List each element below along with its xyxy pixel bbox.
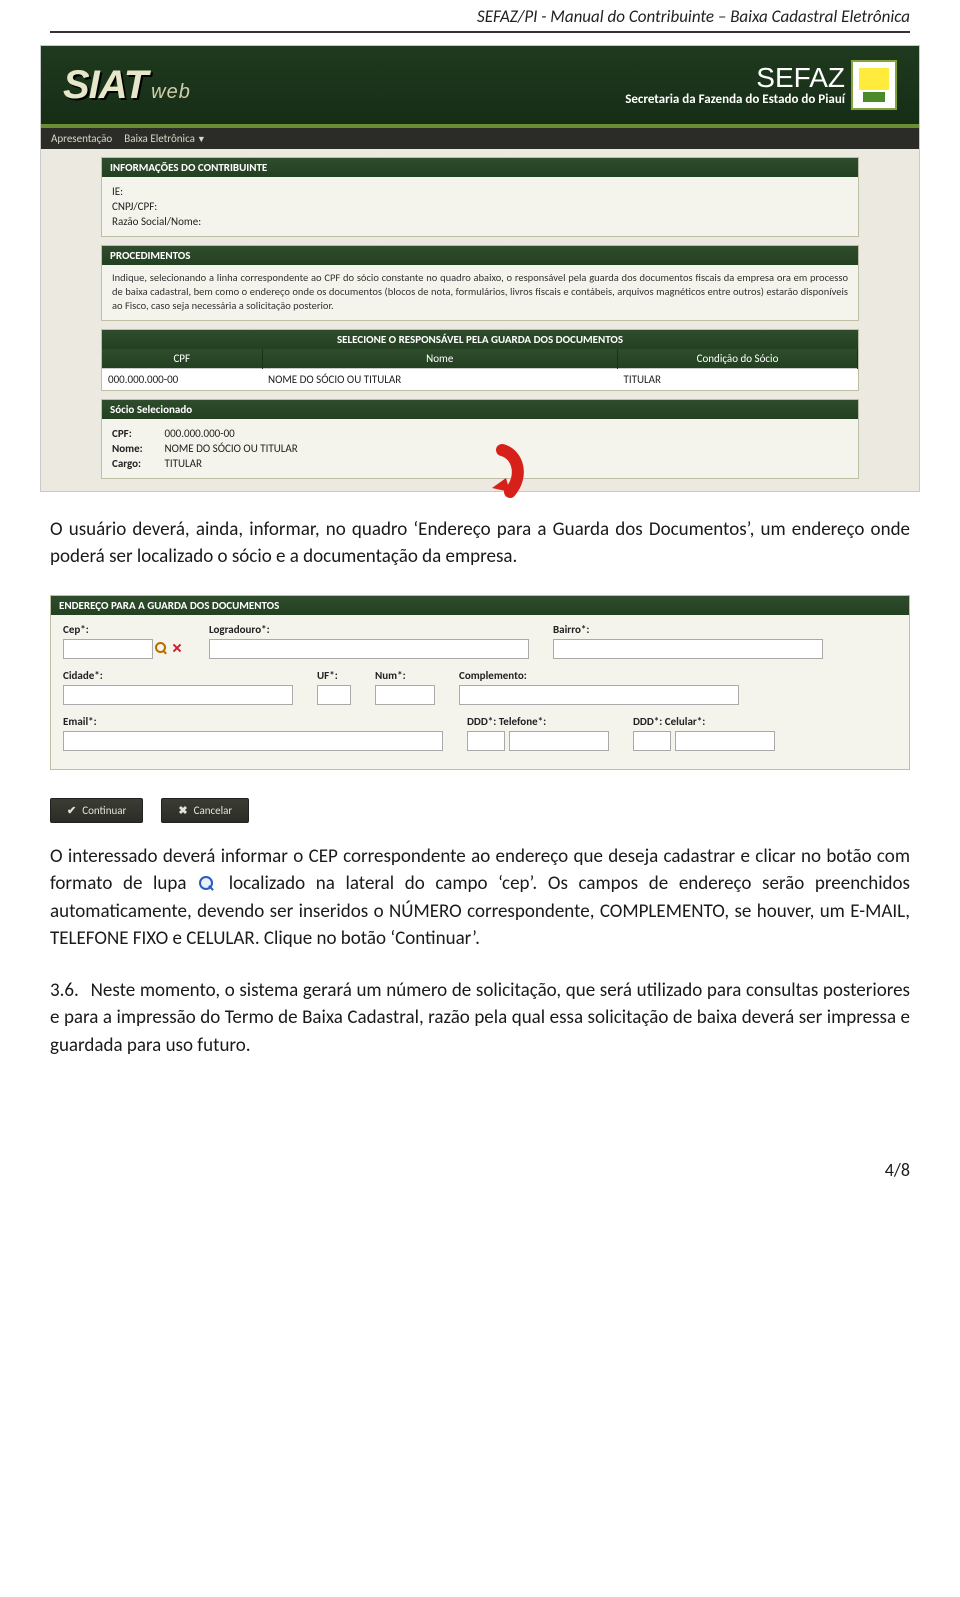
panel-procedimentos: PROCEDIMENTOS Indique, selecionando a li… [101,245,859,321]
ddd-tel-input[interactable] [467,731,505,751]
search-icon[interactable] [155,642,169,656]
num-input[interactable] [375,685,435,705]
continuar-button[interactable]: ✔ Continuar [50,798,143,823]
chevron-down-icon: ▼ [197,134,206,145]
field-celular: DDD*: Celular*: [633,715,775,751]
telefone-input[interactable] [509,731,609,751]
form-endereco: ENDEREÇO PARA A GUARDA DOS DOCUMENTOS Ce… [50,595,910,770]
field-email: Email*: [63,715,443,751]
panel-socio-selecionado: Sócio Selecionado CPF: 000.000.000-00 No… [101,399,859,479]
field-uf: UF*: [317,669,351,705]
field-complemento: Complemento: [459,669,739,705]
paragraph-2: O interessado deverá informar o CEP corr… [50,843,910,953]
sefaz-title: SEFAZ [625,64,845,92]
celular-input[interactable] [675,731,775,751]
field-cnpj: CNPJ/CPF: [112,200,848,213]
action-bar: ✔ Continuar ✖ Cancelar [50,798,910,823]
uf-input[interactable] [317,685,351,705]
siat-banner: SIAT web SEFAZ Secretaria da Fazenda do … [41,46,919,128]
form-header: ENDEREÇO PARA A GUARDA DOS DOCUMENTOS [51,596,909,615]
panel-header-info: INFORMAÇÕES DO CONTRIBUINTE [102,158,858,177]
siat-logo-text: SIAT [63,63,147,108]
page-header: SEFAZ/PI - Manual do Contribuinte – Baix… [50,0,910,33]
siat-screenshot-1: SIAT web SEFAZ Secretaria da Fazenda do … [40,45,920,492]
complemento-input[interactable] [459,685,739,705]
menu-item-apresentacao[interactable]: Apresentação [51,132,112,145]
email-input[interactable] [63,731,443,751]
panel-header-proc: PROCEDIMENTOS [102,246,858,265]
bairro-input[interactable] [553,639,823,659]
col-nome: Nome [262,349,618,369]
table-header-selecione: SELECIONE O RESPONSÁVEL PELA GUARDA DOS … [102,330,858,349]
sel-header: Sócio Selecionado [102,400,858,419]
check-icon: ✔ [67,804,76,817]
proc-text: Indique, selecionando a linha correspond… [112,271,848,314]
panel-contribuinte: INFORMAÇÕES DO CONTRIBUINTE IE: CNPJ/CPF… [101,157,859,237]
logradouro-input[interactable] [209,639,529,659]
panel-responsavel: SELECIONE O RESPONSÁVEL PELA GUARDA DOS … [101,329,859,391]
cell-cond: TITULAR [618,368,858,390]
field-num: Num*: [375,669,435,705]
cell-nome: NOME DO SÓCIO OU TITULAR [262,368,618,390]
siat-logo: SIAT web [63,63,191,108]
magnifier-icon [199,876,216,893]
page-number: 4/8 [50,1159,910,1181]
sefaz-subtitle: Secretaria da Fazenda do Estado do Piauí [625,92,845,107]
doc-title: SEFAZ/PI - Manual do Contribuinte – Baix… [477,6,910,27]
field-cidade: Cidade*: [63,669,293,705]
field-logradouro: Logradouro*: [209,623,529,659]
cidade-input[interactable] [63,685,293,705]
sefaz-branding: SEFAZ Secretaria da Fazenda do Estado do… [625,64,845,107]
state-crest-icon [851,60,897,110]
field-ie: IE: [112,185,848,198]
col-condicao: Condição do Sócio [618,349,858,369]
menu-bar: Apresentação Baixa Eletrônica▼ [41,128,919,149]
cancelar-button[interactable]: ✖ Cancelar [161,798,249,823]
table-row[interactable]: 000.000.000-00 NOME DO SÓCIO OU TITULAR … [102,368,858,390]
close-icon: ✖ [178,804,187,817]
menu-item-baixa[interactable]: Baixa Eletrônica▼ [124,132,206,145]
sel-cpf: CPF: 000.000.000-00 [112,427,848,440]
field-cep: Cep*: [63,623,185,659]
col-cpf: CPF [102,349,262,369]
clear-icon[interactable] [171,642,185,656]
socios-table: CPF Nome Condição do Sócio 000.000.000-0… [102,349,858,390]
list-number: 3.6. [50,977,86,1005]
ddd-cel-input[interactable] [633,731,671,751]
cep-input[interactable] [63,639,153,659]
field-telefone: DDD*: Telefone*: [467,715,609,751]
siat-logo-sub: web [151,81,191,104]
paragraph-3-6: 3.6. Neste momento, o sistema gerará um … [50,977,910,1060]
red-arrow-annotation-icon [462,442,532,512]
field-razao: Razão Social/Nome: [112,215,848,228]
paragraph-1: O usuário deverá, ainda, informar, no qu… [50,516,910,571]
cell-cpf: 000.000.000-00 [102,368,262,390]
field-bairro: Bairro*: [553,623,823,659]
